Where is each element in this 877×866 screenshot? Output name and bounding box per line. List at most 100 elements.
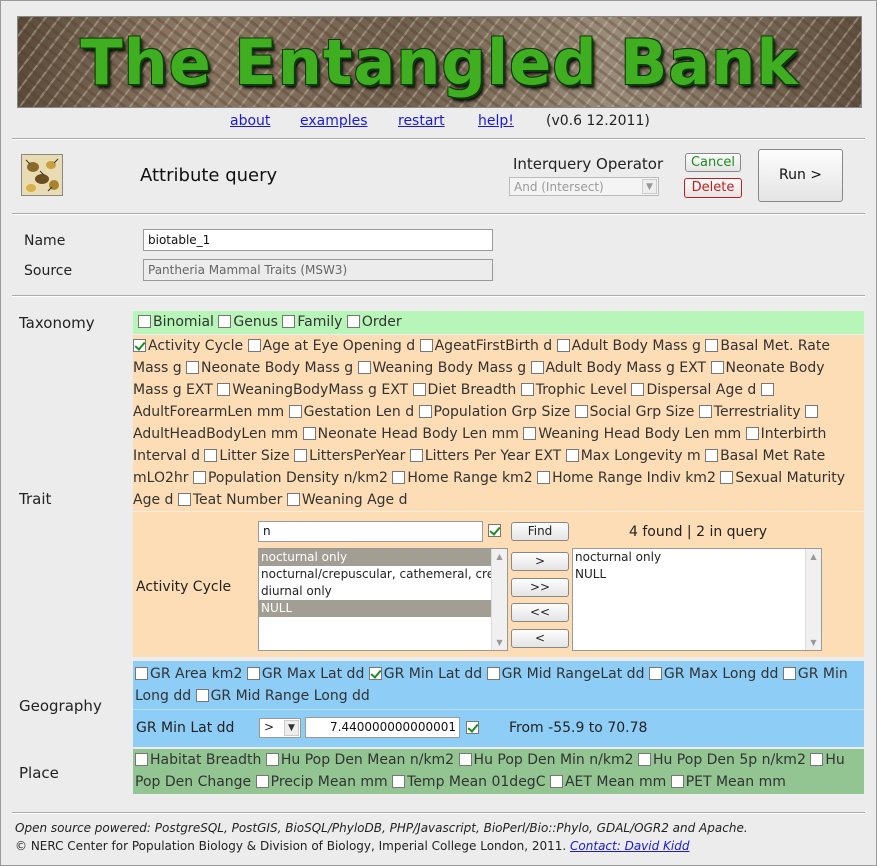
checkbox[interactable] xyxy=(302,427,316,440)
option-item[interactable]: Age at Eye Opening d xyxy=(247,338,415,354)
checkbox[interactable] xyxy=(135,667,148,680)
available-values-list[interactable]: nocturnal only nocturnal/crepuscular, ca… xyxy=(258,548,508,651)
remove-all-button[interactable]: << xyxy=(511,603,569,622)
checkbox[interactable] xyxy=(710,361,724,374)
checkbox[interactable] xyxy=(530,361,544,374)
checkbox[interactable] xyxy=(177,493,191,506)
option-item[interactable]: Hu Pop Den Mean n/km2 xyxy=(265,752,454,768)
option-item[interactable]: Population Grp Size xyxy=(418,404,570,420)
scroll-down-icon[interactable]: ▼ xyxy=(806,635,821,650)
option-item[interactable]: GR Area km2 xyxy=(135,666,242,682)
option-item[interactable]: Genus xyxy=(218,314,278,330)
checkbox[interactable] xyxy=(392,471,406,484)
checkbox[interactable] xyxy=(357,361,371,374)
option-item[interactable]: WeaningBodyMass g EXT xyxy=(217,382,408,398)
option-item[interactable]: Habitat Breadth xyxy=(135,752,261,768)
checkbox[interactable] xyxy=(186,361,200,374)
checkbox[interactable] xyxy=(520,383,534,396)
scroll-up-icon[interactable]: ▲ xyxy=(806,549,821,564)
cancel-button[interactable]: Cancel xyxy=(685,153,741,172)
list-item[interactable]: NULL xyxy=(573,566,821,583)
checkbox[interactable] xyxy=(486,667,500,680)
option-item[interactable]: Hu Pop Den 5p n/km2 xyxy=(637,752,806,768)
nav-about-link[interactable]: about xyxy=(230,113,270,129)
checkbox[interactable] xyxy=(760,383,774,396)
option-item[interactable]: Home Range Indiv km2 xyxy=(537,470,716,486)
checkbox[interactable] xyxy=(745,427,759,440)
checkbox[interactable] xyxy=(805,405,819,418)
find-button[interactable]: Find xyxy=(511,522,569,541)
checkbox[interactable] xyxy=(556,339,570,352)
nav-help-link[interactable]: help! xyxy=(478,113,514,129)
name-input[interactable]: biotable_1 xyxy=(143,229,493,251)
checkbox[interactable] xyxy=(192,471,206,484)
option-item[interactable]: LittersPerYear xyxy=(294,448,405,464)
checkbox[interactable] xyxy=(265,753,279,766)
option-item[interactable]: Max Longevity m xyxy=(565,448,701,464)
option-item[interactable]: Litters Per Year EXT xyxy=(409,448,561,464)
chosen-values-list[interactable]: nocturnal only NULL ▲ ▼ xyxy=(572,548,822,651)
checkbox[interactable] xyxy=(419,339,433,352)
option-item[interactable]: Weaning Age d xyxy=(286,492,407,508)
checkbox[interactable] xyxy=(138,315,151,328)
checkbox[interactable] xyxy=(255,775,269,788)
checkbox[interactable] xyxy=(133,339,146,352)
run-button[interactable]: Run > xyxy=(758,149,843,202)
checkbox[interactable] xyxy=(810,753,824,766)
option-item[interactable]: Terrestriality xyxy=(698,404,801,420)
nav-examples-link[interactable]: examples xyxy=(300,113,368,129)
checkbox[interactable] xyxy=(705,339,719,352)
option-item[interactable]: GR Min Lat dd xyxy=(368,666,482,682)
nav-restart-link[interactable]: restart xyxy=(398,113,445,129)
scrollbar[interactable]: ▲ ▼ xyxy=(491,549,507,650)
checkbox[interactable] xyxy=(288,405,302,418)
checkbox[interactable] xyxy=(418,405,432,418)
option-item[interactable]: Binomial xyxy=(138,314,214,330)
option-item[interactable]: Litter Size xyxy=(204,448,290,464)
checkbox[interactable] xyxy=(409,449,423,462)
list-item[interactable]: nocturnal/crepuscular, cathemeral, crep xyxy=(259,566,507,583)
checkbox[interactable] xyxy=(720,471,734,484)
option-item[interactable]: Population Density n/km2 xyxy=(192,470,388,486)
checkbox[interactable] xyxy=(282,315,296,328)
interquery-select[interactable]: And (Intersect) ▼ xyxy=(509,177,659,196)
checkbox[interactable] xyxy=(368,667,382,680)
option-item[interactable]: Weaning Head Body Len mm xyxy=(523,426,741,442)
option-item[interactable]: AgeatFirstBirth d xyxy=(419,338,552,354)
list-item[interactable]: nocturnal only xyxy=(573,549,821,566)
geo-value-input[interactable]: 7.440000000000001 xyxy=(305,717,460,738)
option-item[interactable]: Order xyxy=(346,314,402,330)
option-item[interactable]: AET Mean mm xyxy=(549,774,666,790)
checkbox[interactable] xyxy=(523,427,537,440)
checkbox[interactable] xyxy=(637,753,651,766)
add-selected-button[interactable]: > xyxy=(511,552,569,571)
option-item[interactable]: Precip Mean mm xyxy=(255,774,388,790)
geo-operator-select[interactable]: > ▼ xyxy=(259,718,301,738)
checkbox[interactable] xyxy=(218,315,232,328)
option-item[interactable]: Neonate Head Body Len mm xyxy=(302,426,519,442)
option-item[interactable]: Home Range km2 xyxy=(392,470,533,486)
option-item[interactable]: Teat Number xyxy=(177,492,282,508)
checkbox[interactable] xyxy=(392,775,406,788)
checkbox[interactable] xyxy=(135,753,148,766)
option-item[interactable]: Weaning Body Mass g xyxy=(357,360,526,376)
geo-filter-checkbox[interactable] xyxy=(466,721,479,734)
scroll-up-icon[interactable]: ▲ xyxy=(492,549,507,564)
checkbox[interactable] xyxy=(782,667,796,680)
list-item[interactable]: NULL xyxy=(259,600,507,617)
checkbox[interactable] xyxy=(698,405,712,418)
option-item[interactable]: GR Mid RangeLat dd xyxy=(486,666,644,682)
checkbox[interactable] xyxy=(705,449,719,462)
checkbox[interactable] xyxy=(246,667,260,680)
option-item[interactable]: Adult Body Mass g EXT xyxy=(530,360,706,376)
option-item[interactable]: Diet Breadth xyxy=(412,382,516,398)
option-item[interactable]: Gestation Len d xyxy=(288,404,414,420)
option-item[interactable]: Neonate Body Mass g xyxy=(186,360,353,376)
option-item[interactable]: Activity Cycle xyxy=(133,338,243,354)
option-item[interactable]: Dispersal Age d xyxy=(631,382,756,398)
checkbox[interactable] xyxy=(412,383,426,396)
checkbox[interactable] xyxy=(670,775,684,788)
checkbox[interactable] xyxy=(549,775,563,788)
checkbox[interactable] xyxy=(574,405,588,418)
option-item[interactable]: Trophic Level xyxy=(520,382,627,398)
